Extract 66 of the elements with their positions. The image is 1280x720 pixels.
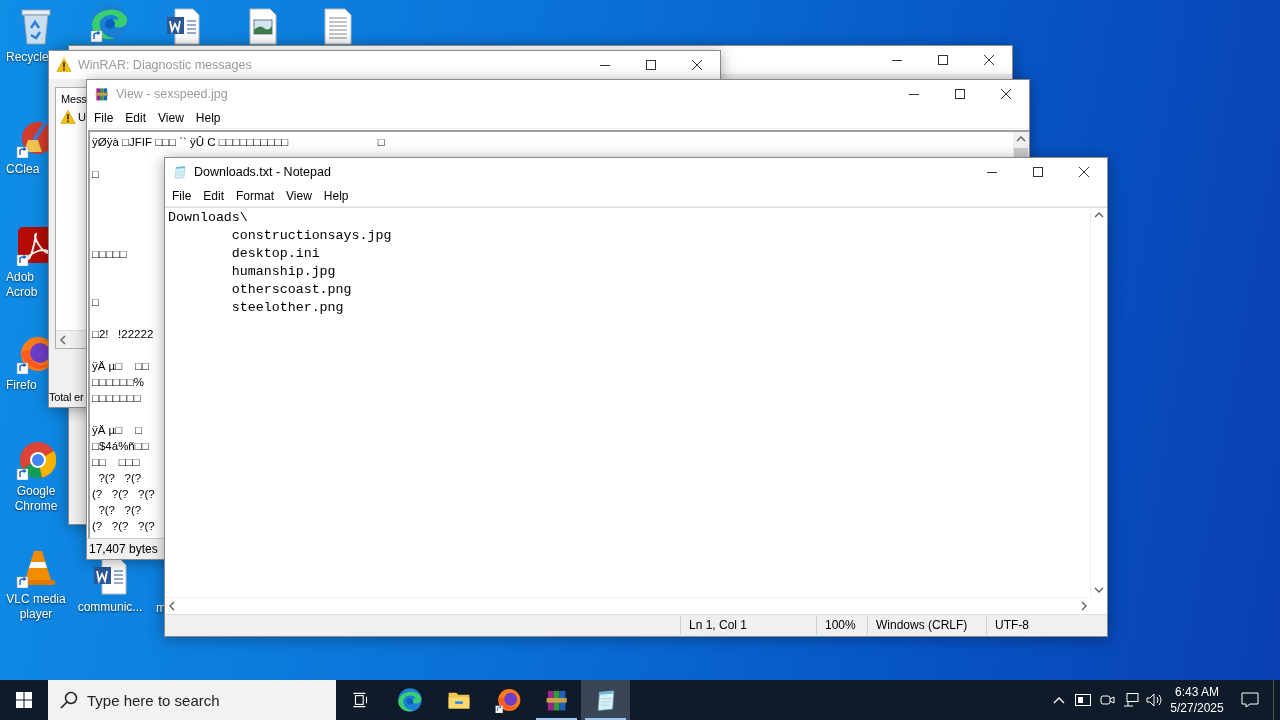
text-line: otherscoast.png	[230, 281, 352, 299]
keyboard-icon	[1075, 694, 1091, 706]
close-icon	[692, 60, 702, 70]
scroll-thumb[interactable]	[1014, 148, 1028, 158]
camera-icon	[1099, 692, 1115, 708]
status-text: UTF-8	[986, 616, 1107, 635]
fox-browser-icon	[494, 687, 521, 713]
maximize-icon	[955, 89, 965, 99]
message-text: U	[78, 110, 86, 123]
icon-label: Recycle	[6, 50, 48, 65]
menu-item[interactable]: Help	[317, 187, 355, 205]
search-field[interactable]: Type here to search	[48, 680, 336, 720]
network-icon	[1123, 692, 1139, 708]
close-icon	[1001, 89, 1011, 99]
taskbar-app-button[interactable]	[581, 680, 630, 720]
menu-item[interactable]: Edit	[119, 109, 153, 127]
icon-label: Google Chrome	[13, 484, 59, 514]
notepad-icon	[172, 164, 188, 180]
warning-icon	[60, 108, 76, 125]
icon-label: CClea	[6, 162, 40, 177]
text-line: humanship.jpg	[230, 263, 336, 281]
maximize-icon	[1033, 167, 1043, 177]
text-line: steelother.png	[230, 299, 344, 317]
status-text: Ln 1, Col 1	[680, 616, 816, 635]
windows-logo-icon	[16, 692, 32, 708]
status-text: 17,407 bytes	[89, 542, 158, 556]
warning-icon	[56, 57, 72, 73]
menu-item[interactable]: Format	[230, 187, 281, 205]
menu-item[interactable]: Edit	[197, 187, 231, 205]
icon-label: Adob Acrob	[6, 270, 39, 300]
file-content-line: ÿØÿà □JFIF □□□ `` ÿÛ C □□□□□□□□□□ □	[92, 135, 385, 150]
volume-icon	[1146, 692, 1164, 708]
close-icon	[1079, 167, 1089, 177]
file-content: □ □□□□□ □ □2! !22222 ÿÄ µ□ □□ □□□□□□% □□□□□□□ ÿÄ µ□ □ □$4á%ñ□□ □□ □□□ ?(? ?(? (? ?(? ?(? ?(? ?(? (? ?(? ?(?	[92, 167, 155, 534]
window-title: View - sexspeed.jpg	[116, 87, 229, 101]
clock-time: 6:43 AM	[1175, 684, 1219, 700]
caret-icon	[1053, 696, 1065, 704]
text-line: desktop.ini	[230, 245, 320, 263]
search-icon	[60, 691, 78, 709]
menu-item[interactable]: File	[88, 109, 120, 127]
window-title: WinRAR: Diagnostic messages	[78, 58, 253, 72]
browser-icon	[396, 687, 423, 713]
maximize-icon	[938, 55, 948, 65]
speech-bubble-icon	[1241, 692, 1259, 708]
browser-icon	[90, 2, 130, 42]
menu-item[interactable]: View	[280, 187, 318, 205]
menu-item[interactable]: File	[166, 187, 198, 205]
traffic-cone-icon	[16, 548, 56, 588]
icon-label: VLC media player	[5, 592, 67, 622]
text-line: Downloads\	[168, 209, 248, 227]
books-icon	[94, 86, 110, 102]
summary-text: Total er	[49, 391, 84, 403]
clock-date: 5/27/2025	[1170, 700, 1224, 716]
column-header[interactable]: Mess	[56, 88, 87, 108]
maximize-icon	[646, 60, 656, 70]
menu-item[interactable]: View	[152, 109, 190, 127]
icon-label: Firefo	[6, 378, 37, 393]
status-text: 100%	[816, 616, 867, 635]
menu-item[interactable]: Help	[189, 109, 227, 127]
vertical-scrollbar[interactable]	[1090, 208, 1107, 597]
window-title: Downloads.txt - Notepad	[194, 165, 332, 179]
browser-icon	[16, 440, 56, 480]
status-text: Windows (CRLF)	[867, 616, 986, 635]
close-icon	[984, 55, 994, 65]
text-line: constructionsays.jpg	[230, 227, 392, 245]
icon-label: communic...	[77, 600, 143, 615]
